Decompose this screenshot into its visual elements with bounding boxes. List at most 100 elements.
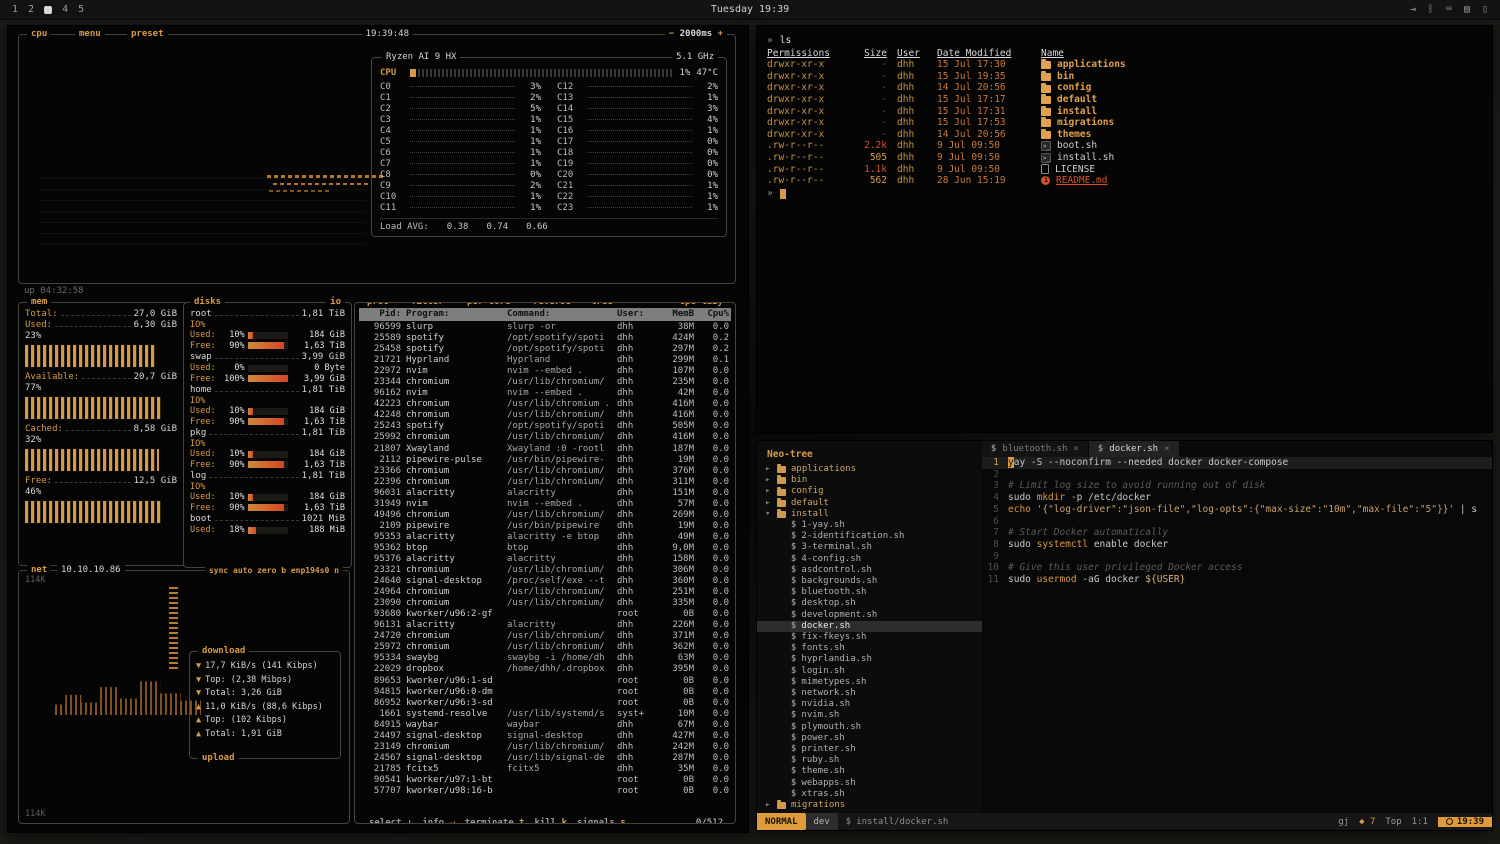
- process-action[interactable]: terminate t: [465, 818, 525, 824]
- tree-item[interactable]: ▸ bin: [757, 475, 982, 486]
- tree-item[interactable]: $ power.sh: [757, 733, 982, 744]
- process-row[interactable]: 21807 Xwayland Xwayland :0 -rootl dhh 18…: [359, 444, 731, 455]
- neovim-window[interactable]: Neo-tree ▸ applications ▸ bin ▸ config: [757, 441, 1492, 830]
- process-row[interactable]: 21721 Hyprland Hyprland dhh 299M 0.1: [359, 355, 731, 366]
- tree-item[interactable]: $ theme.sh: [757, 766, 982, 777]
- process-row[interactable]: 2112 pipewire-pulse /usr/bin/pipewire- d…: [359, 455, 731, 466]
- tree-item[interactable]: ▸ default: [757, 498, 982, 509]
- terminal-window[interactable]: » ls Permissions Size User Date Modified…: [757, 26, 1492, 432]
- close-tab-icon[interactable]: ×: [1164, 444, 1169, 454]
- tree-item[interactable]: $ login.sh: [757, 666, 982, 677]
- process-row[interactable]: 23149 chromium /usr/lib/chromium/ dhh 24…: [359, 742, 731, 753]
- process-action[interactable]: kill k: [535, 818, 568, 824]
- interval-plus-icon[interactable]: +: [718, 29, 723, 39]
- process-action[interactable]: info ↵: [422, 818, 455, 824]
- tree-item[interactable]: $ development.sh: [757, 610, 982, 621]
- process-row[interactable]: 22396 chromium /usr/lib/chromium/ dhh 31…: [359, 477, 731, 488]
- tree-item[interactable]: $ network.sh: [757, 688, 982, 699]
- tree-item[interactable]: $ 1-yay.sh: [757, 520, 982, 531]
- tree-item[interactable]: $ docker.sh: [757, 621, 982, 632]
- tree-item[interactable]: $ nvim.sh: [757, 710, 982, 721]
- process-row[interactable]: 24640 signal-desktop /proc/self/exe --t …: [359, 576, 731, 587]
- process-row[interactable]: 22972 nvim nvim --embed . dhh 107M 0.0: [359, 366, 731, 377]
- process-row[interactable]: 25589 spotify /opt/spotify/spoti dhh 424…: [359, 333, 731, 344]
- tree-item[interactable]: $ fix-fkeys.sh: [757, 632, 982, 643]
- editor-line[interactable]: 7 # Start Docker automatically: [982, 527, 1492, 539]
- process-row[interactable]: 90541 kworker/u97:1-bt root 0B 0.0: [359, 775, 731, 786]
- process-row[interactable]: 84915 waybar waybar dhh 67M 0.0: [359, 720, 731, 731]
- editor-line[interactable]: 1 yay -S --noconfirm --needed docker doc…: [982, 457, 1492, 469]
- tree-item[interactable]: ▸ config: [757, 486, 982, 497]
- editor-line[interactable]: 4 sudo mkdir -p /etc/docker: [982, 492, 1492, 504]
- process-row[interactable]: 89653 kworker/u96:1-sd root 0B 0.0: [359, 676, 731, 687]
- interval-minus-icon[interactable]: −: [669, 29, 674, 39]
- process-row[interactable]: 23090 chromium /usr/lib/chromium/ dhh 33…: [359, 598, 731, 609]
- process-row[interactable]: 95334 swaybg swaybg -i /home/dh dhh 63M …: [359, 653, 731, 664]
- tree-item[interactable]: $ ruby.sh: [757, 755, 982, 766]
- process-row[interactable]: 31949 nvim nvim --embed . dhh 57M 0.0: [359, 499, 731, 510]
- update-interval[interactable]: − 2000ms +: [665, 29, 727, 40]
- tree-item[interactable]: $ 3-terminal.sh: [757, 542, 982, 553]
- net-options[interactable]: sync auto zero b enp194s0 n: [205, 565, 343, 576]
- process-row[interactable]: 1661 systemd-resolve /usr/lib/systemd/s …: [359, 709, 731, 720]
- tree-item[interactable]: $ 4-config.sh: [757, 554, 982, 565]
- editor-line[interactable]: 6: [982, 516, 1492, 528]
- process-row[interactable]: 21785 fcitx5 fcitx5 dhh 35M 0.0: [359, 764, 731, 775]
- tree-item[interactable]: $ webapps.sh: [757, 778, 982, 789]
- tree-item[interactable]: $ asdcontrol.sh: [757, 565, 982, 576]
- process-row[interactable]: 94815 kworker/u96:0-dm root 0B 0.0: [359, 687, 731, 698]
- tree-item[interactable]: ▸ applications: [757, 464, 982, 475]
- per-core-toggle[interactable]: per-core: [463, 302, 514, 308]
- process-row[interactable]: 23321 chromium /usr/lib/chromium/ dhh 30…: [359, 565, 731, 576]
- menu-button[interactable]: menu: [75, 29, 105, 40]
- process-row[interactable]: 2109 pipewire /usr/bin/pipewire dhh 19M …: [359, 521, 731, 532]
- process-row[interactable]: 49496 chromium /usr/lib/chromium/ dhh 26…: [359, 510, 731, 521]
- tree-item[interactable]: ▸ migrations: [757, 800, 982, 811]
- process-row[interactable]: 23366 chromium /usr/lib/chromium/ dhh 37…: [359, 466, 731, 477]
- process-row[interactable]: 42248 chromium /usr/lib/chromium/ dhh 41…: [359, 410, 731, 421]
- editor-line[interactable]: 8 sudo systemctl enable docker: [982, 539, 1492, 551]
- disks-io-toggle[interactable]: io: [326, 297, 345, 308]
- tree-item[interactable]: $ mimetypes.sh: [757, 677, 982, 688]
- tab-bluetooth-sh[interactable]: $ bluetooth.sh ×: [982, 441, 1089, 457]
- editor-line[interactable]: 10 # Give this user privileged Docker ac…: [982, 562, 1492, 574]
- process-row[interactable]: 25458 spotify /opt/spotify/spoti dhh 297…: [359, 344, 731, 355]
- process-row[interactable]: 96031 alacritty alacritty dhh 151M 0.0: [359, 488, 731, 499]
- active-prompt[interactable]: »: [767, 188, 1482, 200]
- process-row[interactable]: 96162 nvim nvim --embed . dhh 42M 0.0: [359, 388, 731, 399]
- tree-item[interactable]: $ hyprlandia.sh: [757, 654, 982, 665]
- editor-area[interactable]: 1 yay -S --noconfirm --needed docker doc…: [982, 457, 1492, 813]
- process-row[interactable]: 42223 chromium /usr/lib/chromium . dhh 4…: [359, 399, 731, 410]
- process-actions[interactable]: select ↓ info ↵ terminate t kill: [365, 818, 630, 824]
- tree-item[interactable]: $ fonts.sh: [757, 643, 982, 654]
- tree-item[interactable]: $ backgrounds.sh: [757, 576, 982, 587]
- process-row[interactable]: 96131 alacritty alacritty dhh 226M 0.0: [359, 620, 731, 631]
- editor-line[interactable]: 5 echo '{"log-driver":"json-file","log-o…: [982, 504, 1492, 516]
- tree-item[interactable]: $ nvidia.sh: [757, 699, 982, 710]
- tree-item[interactable]: ▾ install: [757, 509, 982, 520]
- process-row[interactable]: 95353 alacritty alacritty -e btop dhh 49…: [359, 532, 731, 543]
- filter-button[interactable]: filter: [407, 302, 448, 308]
- tree-item[interactable]: $ desktop.sh: [757, 598, 982, 609]
- editor-line[interactable]: 11 sudo usermod -aG docker ${USER}: [982, 574, 1492, 586]
- process-row[interactable]: 95362 btop btop dhh 9,0M 0.0: [359, 543, 731, 554]
- tree-toggle[interactable]: tree: [587, 302, 617, 308]
- process-row[interactable]: 25972 chromium /usr/lib/chromium/ dhh 36…: [359, 642, 731, 653]
- tree-item[interactable]: $ 2-identification.sh: [757, 531, 982, 542]
- process-row[interactable]: 96599 slurp slurp -or dhh 38M 0.0: [359, 322, 731, 333]
- process-row[interactable]: 24720 chromium /usr/lib/chromium/ dhh 37…: [359, 631, 731, 642]
- process-row[interactable]: 25992 chromium /usr/lib/chromium/ dhh 41…: [359, 432, 731, 443]
- tree-item[interactable]: $ plymouth.sh: [757, 722, 982, 733]
- tree-item[interactable]: $ printer.sh: [757, 744, 982, 755]
- process-row[interactable]: 86952 kworker/u96:3-sd root 0B 0.0: [359, 698, 731, 709]
- process-row[interactable]: 25243 spotify /opt/spotify/spoti dhh 505…: [359, 421, 731, 432]
- editor-line[interactable]: 9: [982, 551, 1492, 563]
- process-row[interactable]: 95376 alacritty alacritty dhh 158M 0.0: [359, 554, 731, 565]
- process-row[interactable]: 23344 chromium /usr/lib/chromium/ dhh 23…: [359, 377, 731, 388]
- editor-line[interactable]: 3 # Limit log size to avoid running out …: [982, 480, 1492, 492]
- process-row[interactable]: 24964 chromium /usr/lib/chromium/ dhh 25…: [359, 587, 731, 598]
- reverse-toggle[interactable]: reverse: [529, 302, 575, 308]
- process-row[interactable]: 57707 kworker/u98:16-b root 0B 0.0: [359, 786, 731, 797]
- process-table-header[interactable]: Pid: Program: Command: User: MemB Cpu%: [359, 308, 731, 321]
- editor-line[interactable]: 2: [982, 469, 1492, 481]
